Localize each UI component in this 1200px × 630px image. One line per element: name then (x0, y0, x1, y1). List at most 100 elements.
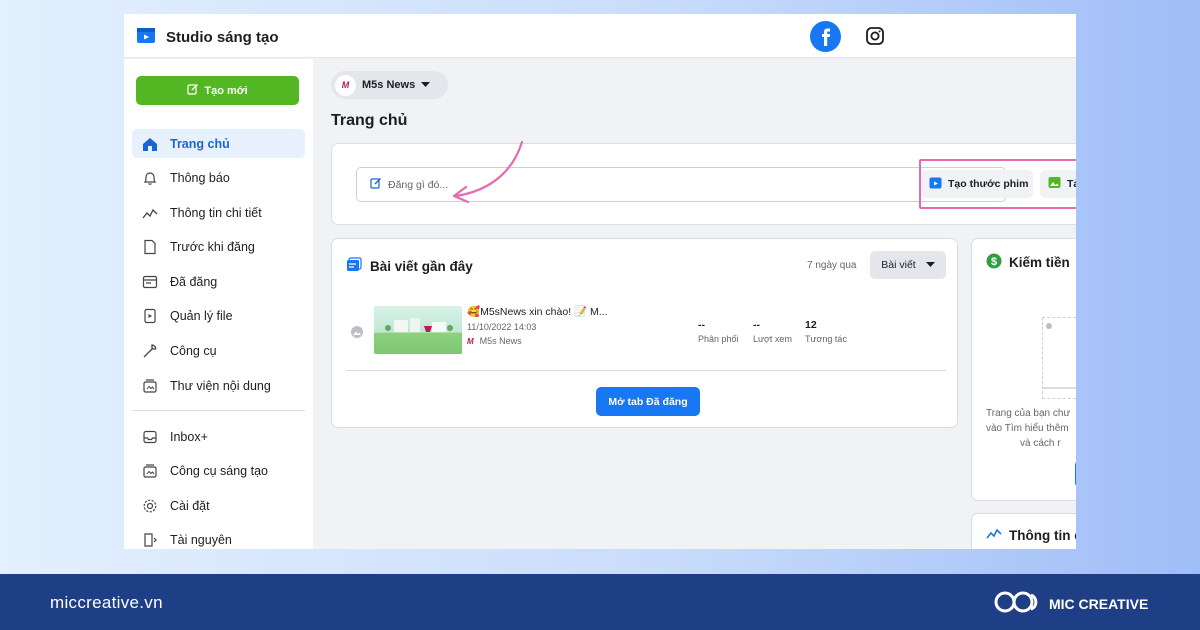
top-bar: Studio sáng tạo (124, 14, 1076, 58)
reach-label: Phân phối (698, 334, 739, 344)
draft-icon (142, 239, 158, 255)
monetize-illustration (1042, 317, 1076, 399)
monetize-text-line: và cách r (1020, 438, 1061, 449)
post-page-name: M5s News (479, 336, 522, 346)
sidebar-item-label: Tài nguyên (170, 533, 232, 548)
sidebar-item-notifications[interactable]: Thông báo (132, 164, 305, 193)
monetize-text-line: vào Tìm hiểu thêm (986, 423, 1069, 434)
period-label: 7 ngày qua (807, 260, 857, 271)
sidebar-divider (132, 410, 305, 412)
create-new-button[interactable]: Tạo mới (136, 76, 299, 105)
posts-icon (346, 257, 362, 276)
sidebar-item-label: Cài đặt (170, 498, 210, 513)
creative-tools-icon (142, 463, 158, 479)
sidebar-item-label: Inbox+ (170, 429, 208, 444)
sidebar-item-label: Công cụ sáng tạo (170, 464, 268, 479)
sidebar-item-label: Trang chủ (170, 136, 230, 151)
sidebar: Tạo mới Trang chủ Thông báo Thông tin ch… (124, 59, 313, 549)
gear-icon (142, 498, 158, 514)
mic-creative-logo-icon (993, 589, 1041, 618)
edit-icon (187, 83, 199, 98)
sidebar-nav: Trang chủ Thông báo Thông tin chi tiết T… (132, 129, 305, 549)
insights-header: Thông tin c (986, 527, 1076, 544)
reach-value: -- (698, 319, 705, 331)
studio-logo-icon (136, 25, 156, 50)
sidebar-item-file-manager[interactable]: Quản lý file (132, 302, 305, 331)
insights-card: Thông tin c (971, 513, 1076, 549)
sidebar-item-resources[interactable]: Tài nguyên (132, 526, 305, 549)
recent-posts-card: Bài viết gần đây 7 ngày qua Bài viết 🥰M5… (331, 238, 958, 428)
sidebar-item-label: Công cụ (170, 344, 217, 359)
sidebar-item-content-library[interactable]: Thư viện nội dung (132, 371, 305, 400)
facebook-icon[interactable] (810, 21, 841, 52)
screenshot-frame: Studio sáng tạo Tạo mới Trang chủ Thông … (124, 14, 1076, 549)
recent-posts-title: Bài viết gần đây (370, 259, 473, 274)
app-title: Studio sáng tạo (166, 29, 279, 46)
sidebar-item-tools[interactable]: Công cụ (132, 337, 305, 366)
views-label: Lượt xem (753, 334, 792, 344)
bell-icon (142, 170, 158, 186)
reach-stat: -- Phân phối (698, 319, 739, 344)
sidebar-item-settings[interactable]: Cài đặt (132, 491, 305, 520)
sidebar-item-home[interactable]: Trang chủ (132, 129, 305, 158)
sidebar-item-drafts[interactable]: Trước khi đăng (132, 233, 305, 262)
views-value: -- (753, 319, 760, 331)
footer-banner: miccreative.vn MIC CREATIVE (0, 574, 1200, 630)
monetize-card: $ Kiếm tiền Trang của bạn chư vào Tìm hi… (971, 238, 1076, 501)
sidebar-item-label: Thư viện nội dung (170, 378, 271, 393)
post-type-dropdown[interactable]: Bài viết (870, 251, 946, 279)
sidebar-item-label: Thông báo (170, 171, 230, 186)
monetize-button[interactable] (1075, 461, 1076, 487)
views-stat: -- Lượt xem (753, 319, 792, 344)
sidebar-item-label: Trước khi đăng (170, 240, 255, 255)
create-new-label: Tạo mới (204, 84, 248, 97)
insights-title: Thông tin c (1009, 528, 1076, 543)
dollar-icon: $ (986, 253, 1002, 272)
published-icon (142, 274, 158, 290)
post-caption[interactable]: 🥰M5sNews xin chào! 📝 M... (467, 305, 617, 318)
page-selector[interactable]: M M5s News (331, 71, 448, 99)
sidebar-item-label: Quản lý file (170, 309, 233, 324)
caret-down-icon (925, 259, 935, 271)
engagement-label: Tương tác (805, 334, 847, 344)
post-type-value: Bài viết (881, 259, 916, 271)
resources-icon (142, 532, 158, 548)
monetize-text: Trang của bạn chư vào Tìm hiểu thêm và c… (986, 406, 1076, 451)
tools-icon (142, 343, 158, 359)
instagram-icon[interactable] (865, 26, 885, 46)
table-row[interactable]: 🥰M5sNews xin chào! 📝 M... 11/10/2022 14:… (346, 301, 946, 371)
edit-icon (370, 177, 382, 192)
file-icon (142, 308, 158, 324)
insights-icon (986, 527, 1002, 544)
post-date: 11/10/2022 14:03 (467, 322, 537, 332)
engagement-stat: 12 Tương tác (805, 319, 847, 344)
app-brand[interactable]: Studio sáng tạo (136, 25, 279, 50)
home-icon (142, 136, 158, 152)
highlight-box (919, 159, 1076, 209)
page-mini-logo: M (467, 336, 474, 346)
annotation-arrow-icon (452, 140, 524, 204)
post-info: 🥰M5sNews xin chào! 📝 M... 11/10/2022 14:… (467, 305, 617, 346)
monetize-header: $ Kiếm tiền (986, 253, 1070, 272)
open-published-tab-button[interactable]: Mở tab Đã đăng (596, 387, 700, 416)
sidebar-item-insights[interactable]: Thông tin chi tiết (132, 198, 305, 227)
insights-icon (142, 205, 158, 221)
sidebar-item-creative-tools[interactable]: Công cụ sáng tạo (132, 457, 305, 486)
library-icon (142, 378, 158, 394)
monetize-title: Kiếm tiền (1009, 255, 1070, 270)
footer-brand-name: MIC CREATIVE (1049, 595, 1149, 612)
footer-brand: MIC CREATIVE (993, 589, 1148, 618)
composer-placeholder: Đăng gì đó... (388, 178, 449, 191)
monetize-text-line: Trang của bạn chư (986, 408, 1071, 419)
sidebar-item-published[interactable]: Đã đăng (132, 267, 305, 296)
footer-site-url[interactable]: miccreative.vn (50, 593, 163, 613)
sidebar-item-label: Đã đăng (170, 274, 218, 289)
svg-text:$: $ (991, 256, 997, 268)
page-title: Trang chủ (331, 112, 408, 129)
recent-posts-header: Bài viết gần đây (346, 257, 473, 276)
sidebar-item-label: Thông tin chi tiết (170, 205, 262, 220)
post-thumbnail[interactable] (374, 306, 462, 354)
engagement-value: 12 (805, 319, 817, 331)
page-avatar: M (335, 74, 356, 96)
sidebar-item-inbox[interactable]: Inbox+ (132, 422, 305, 451)
